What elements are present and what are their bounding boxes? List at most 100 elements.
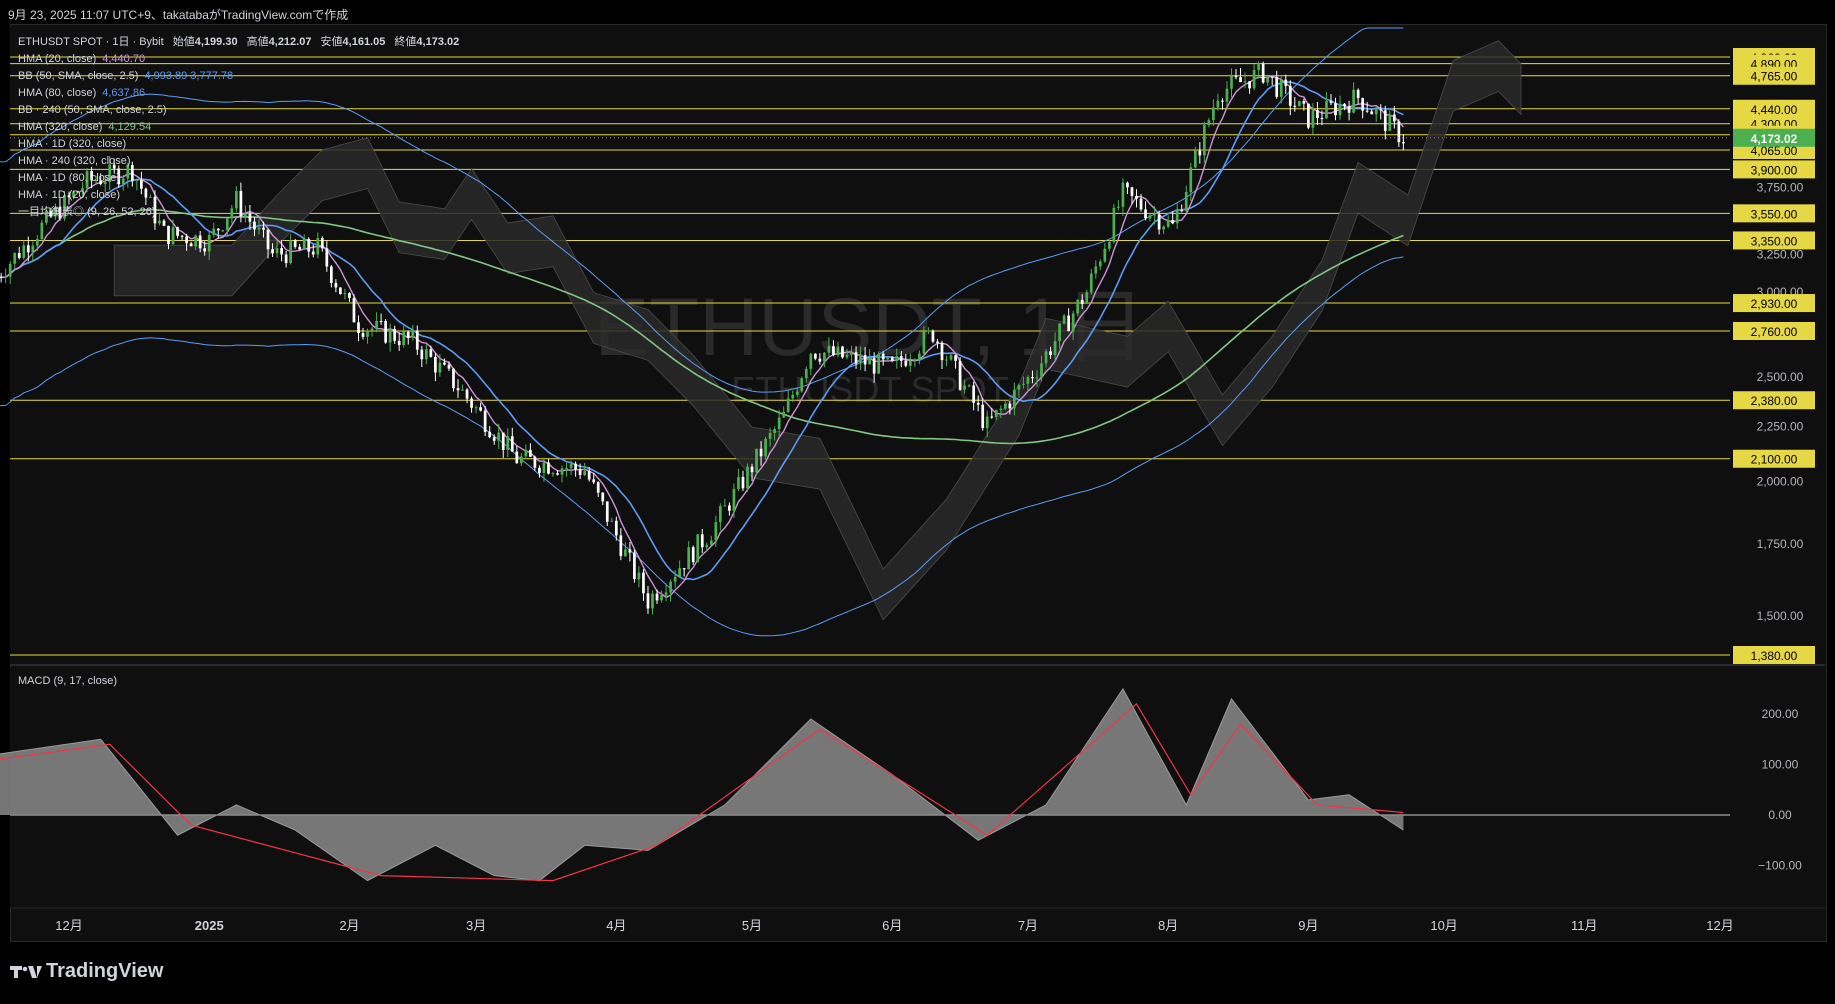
candle-body xyxy=(1320,118,1324,120)
candle-body xyxy=(850,352,853,355)
candle-body xyxy=(257,227,261,230)
candle-body xyxy=(176,227,179,236)
time-tick-label: 6月 xyxy=(882,918,902,933)
candle-body xyxy=(1270,76,1274,78)
candle-body xyxy=(954,355,957,361)
candle-body xyxy=(818,358,822,362)
candle-body xyxy=(1193,150,1197,168)
candle-body xyxy=(1058,323,1061,342)
candle-body xyxy=(556,473,559,475)
candle-body xyxy=(203,248,207,252)
candle-body xyxy=(1225,88,1229,102)
candle-body xyxy=(1031,377,1034,379)
candle-body xyxy=(569,463,573,468)
candle-body xyxy=(348,293,351,298)
candle-body xyxy=(289,240,292,264)
candle-body xyxy=(275,248,279,254)
candle-body xyxy=(1085,292,1089,304)
tradingview-logo[interactable]: TradingView xyxy=(10,960,163,983)
candle-body xyxy=(1080,299,1084,304)
ohlc-low-label: 安値 xyxy=(320,36,343,48)
candle-body xyxy=(293,240,297,247)
candle-body xyxy=(357,322,360,334)
candle-body xyxy=(194,235,198,247)
candle-body xyxy=(908,360,912,366)
candle-body xyxy=(307,238,311,252)
candle-body xyxy=(868,358,871,365)
candle-body xyxy=(759,448,763,457)
candle-body xyxy=(465,389,469,399)
candle-body xyxy=(185,236,188,244)
candle-body xyxy=(1338,103,1342,116)
candle-body xyxy=(4,276,8,278)
candle-body xyxy=(673,576,677,582)
candle-body xyxy=(1311,110,1315,128)
time-tick-label: 12月 xyxy=(55,918,82,933)
candle-body xyxy=(804,368,808,379)
candle-body xyxy=(927,330,930,332)
candle-body xyxy=(479,407,482,411)
candle-body xyxy=(845,354,849,358)
indicator-value: 4,637.86 xyxy=(102,87,146,99)
candle-body xyxy=(931,330,935,342)
candle-body xyxy=(872,358,876,374)
level-label: 3,350.00 xyxy=(1751,234,1798,248)
candle-body xyxy=(334,282,338,288)
candle-body xyxy=(1053,341,1057,355)
candle-body xyxy=(533,456,537,468)
candle-body xyxy=(1139,198,1143,210)
candle-body xyxy=(1049,351,1052,355)
candle-body xyxy=(913,360,917,362)
candle-body xyxy=(746,466,749,489)
candle-body xyxy=(687,547,691,570)
candle-body xyxy=(709,540,713,545)
indicator-legend: ETHUSDT SPOT · 1日 · Bybit 始値4,199.30 高値4… xyxy=(18,34,459,221)
candle-body xyxy=(1003,403,1007,409)
candle-body xyxy=(510,436,514,452)
candle-body xyxy=(813,353,817,359)
candle-body xyxy=(714,522,718,541)
candle-body xyxy=(890,357,894,362)
candle-body xyxy=(985,416,989,429)
candle-body xyxy=(1184,192,1188,211)
candle-body xyxy=(696,534,700,563)
level-label: 2,100.00 xyxy=(1751,453,1798,467)
candle-body xyxy=(1397,121,1401,143)
candle-body xyxy=(565,467,568,469)
candle-body xyxy=(311,251,315,255)
indicator-row: HMA · 1D (320, close) xyxy=(18,136,459,153)
time-tick-label: 5月 xyxy=(742,918,762,933)
candle-body xyxy=(1284,79,1288,86)
indicator-name: HMA · 240 (320, close) xyxy=(18,155,131,167)
candle-body xyxy=(972,385,976,403)
candle-body xyxy=(198,235,202,249)
candle-body xyxy=(1266,76,1270,83)
watermark-subtitle: ETHUSDT SPOT xyxy=(731,369,1008,410)
candle-body xyxy=(1062,315,1066,324)
candle-body xyxy=(35,239,39,246)
candle-body xyxy=(1402,142,1405,144)
candle-body xyxy=(1212,107,1215,121)
candle-body xyxy=(605,501,609,522)
candle-body xyxy=(497,432,501,441)
candle-body xyxy=(637,572,641,580)
candle-body xyxy=(737,477,740,489)
candle-body xyxy=(1162,226,1165,230)
candle-body xyxy=(167,225,170,245)
candle-body xyxy=(302,238,306,250)
price-tick-label: 2,500.00 xyxy=(1757,370,1804,384)
candle-body xyxy=(1365,110,1369,112)
candle-body xyxy=(718,506,722,523)
candle-body xyxy=(266,229,270,250)
candle-body xyxy=(1230,76,1233,89)
candle-body xyxy=(1067,315,1071,332)
time-tick-label: 2月 xyxy=(339,918,359,933)
candle-body xyxy=(940,342,944,361)
time-tick-label: 4月 xyxy=(606,918,626,933)
candle-body xyxy=(1135,195,1138,199)
ohlc-open-value: 4,199.30 xyxy=(194,36,238,48)
candle-body xyxy=(655,593,659,601)
candle-body xyxy=(397,340,401,346)
candle-body xyxy=(682,568,686,570)
candle-body xyxy=(981,404,985,429)
